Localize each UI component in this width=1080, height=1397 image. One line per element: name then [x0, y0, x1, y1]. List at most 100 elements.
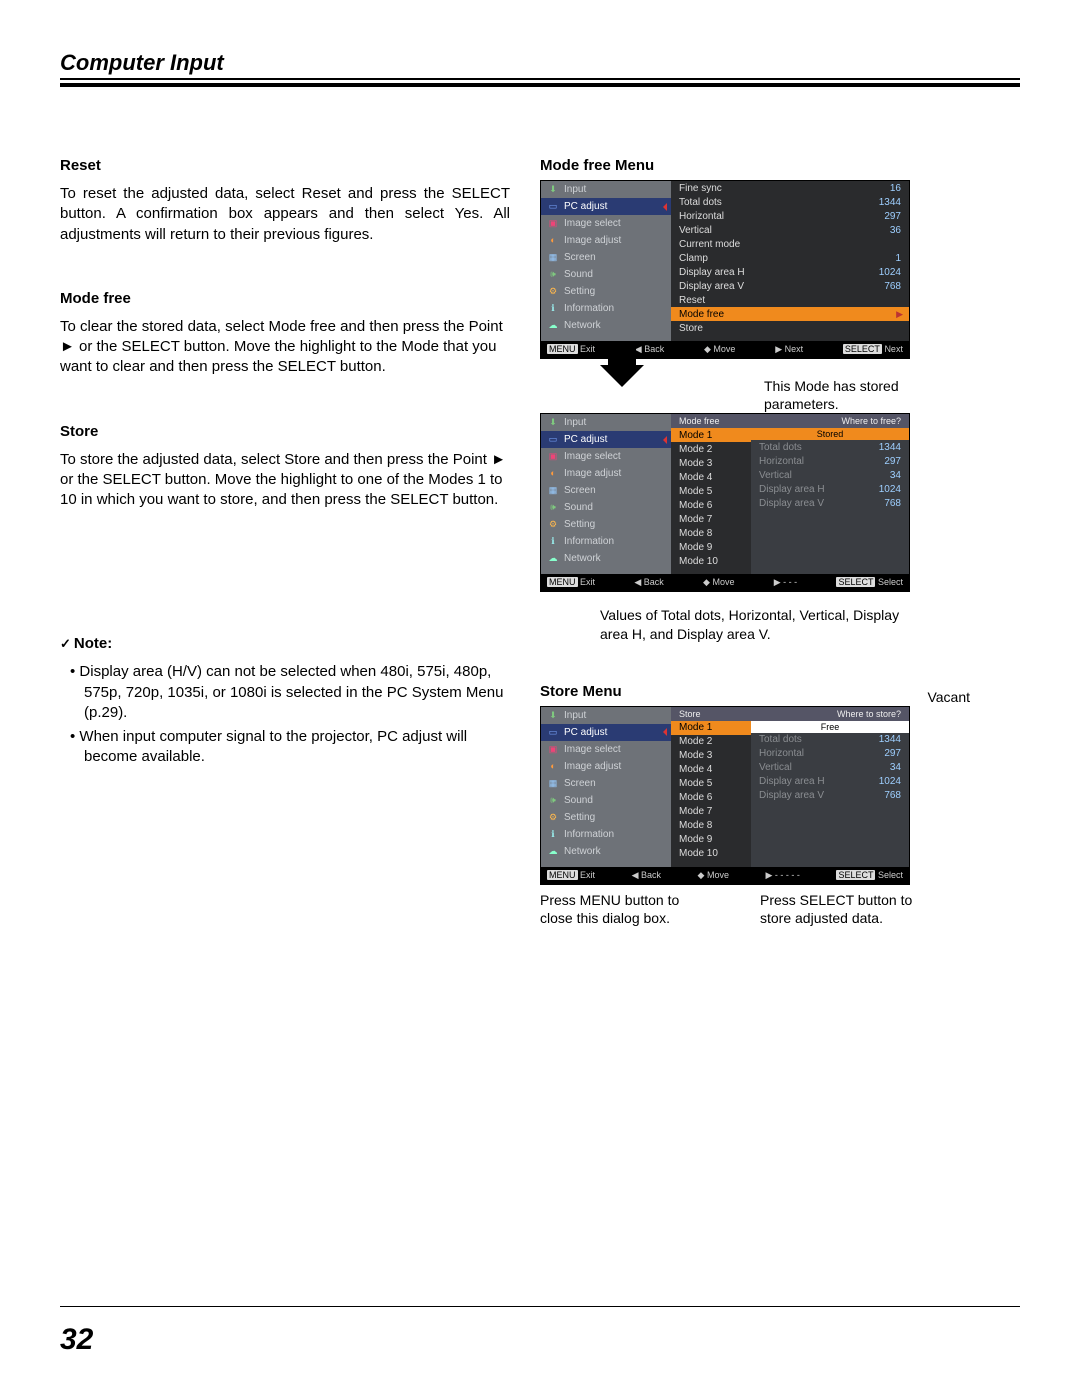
nav-item-information[interactable]: ℹInformation — [541, 826, 671, 843]
nav-item-setting[interactable]: ⚙Setting — [541, 283, 671, 300]
nav-item-sound[interactable]: 🕪Sound — [541, 792, 671, 809]
nav-item-image-adjust[interactable]: ◐Image adjust — [541, 232, 671, 249]
nav-icon: ◐ — [547, 469, 559, 478]
osd3-exit: Exit — [580, 870, 595, 880]
footer-rule — [60, 1306, 1020, 1307]
page-number: 32 — [60, 1323, 93, 1357]
osd2: ⬇Input▭PC adjust▣Image select◐Image adju… — [540, 413, 910, 592]
arrow-down-icon — [600, 365, 644, 409]
mode-row[interactable]: Mode 7 — [671, 512, 751, 526]
osd1-row[interactable]: Display area V768 — [671, 279, 909, 293]
nav-icon: 🕪 — [547, 796, 559, 805]
nav-icon: ▣ — [547, 745, 559, 754]
nav-icon: 🕪 — [547, 503, 559, 512]
osd1-row[interactable]: Horizontal297 — [671, 209, 909, 223]
mode-row[interactable]: Mode 9 — [671, 833, 751, 847]
nav-icon: 🕪 — [547, 270, 559, 279]
osd1-row-store[interactable]: Store — [671, 321, 909, 335]
nav-item-pc-adjust[interactable]: ▭PC adjust — [541, 724, 671, 741]
mode-row[interactable]: Mode 2 — [671, 735, 751, 749]
nav-icon: ⬇ — [547, 711, 559, 720]
mode-row[interactable]: Mode 3 — [671, 749, 751, 763]
nav-item-information[interactable]: ℹInformation — [541, 533, 671, 550]
page-header: Computer Input — [60, 50, 1020, 78]
mode-row[interactable]: Mode 6 — [671, 498, 751, 512]
osd1-back: Back — [644, 344, 664, 354]
nav-item-sound[interactable]: 🕪Sound — [541, 499, 671, 516]
osd1-row[interactable]: Total dots1344 — [671, 195, 909, 209]
nav-item-network[interactable]: ☁Network — [541, 550, 671, 567]
nav-icon: ▣ — [547, 219, 559, 228]
mode-row-selected[interactable]: Mode 1 — [671, 721, 751, 735]
callout-stored: This Mode has stored parameters. — [764, 377, 914, 413]
osd1-row[interactable]: Vertical36 — [671, 223, 909, 237]
nav-item-network[interactable]: ☁Network — [541, 843, 671, 860]
nav-item-network[interactable]: ☁Network — [541, 317, 671, 334]
mode-row[interactable]: Mode 2 — [671, 442, 751, 456]
nav-icon: ▦ — [547, 253, 559, 262]
nav-icon: ℹ — [547, 537, 559, 546]
nav-icon: ℹ — [547, 830, 559, 839]
osd2-sel: Select — [878, 577, 903, 587]
mode-row[interactable]: Mode 9 — [671, 540, 751, 554]
mode-row-selected[interactable]: Mode 1 — [671, 428, 751, 442]
mode-row[interactable]: Mode 10 — [671, 847, 751, 861]
mode-row[interactable]: Mode 6 — [671, 791, 751, 805]
osd3-sel: Select — [878, 870, 903, 880]
nav-item-pc-adjust[interactable]: ▭PC adjust — [541, 198, 671, 215]
osd3: ⬇Input▭PC adjust▣Image select◐Image adju… — [540, 706, 910, 885]
param-row: Total dots1344 — [751, 440, 909, 454]
osd1-row[interactable]: Reset — [671, 293, 909, 307]
param-row: Horizontal297 — [751, 747, 909, 761]
osd2-move: Move — [712, 577, 734, 587]
mode-row[interactable]: Mode 4 — [671, 763, 751, 777]
nav-item-input[interactable]: ⬇Input — [541, 707, 671, 724]
nav-item-image-select[interactable]: ▣Image select — [541, 741, 671, 758]
osd1-row-modefree[interactable]: Mode free — [671, 307, 909, 321]
mode-row[interactable]: Mode 4 — [671, 470, 751, 484]
nav-icon: ⬇ — [547, 418, 559, 427]
mode-row[interactable]: Mode 8 — [671, 526, 751, 540]
osd1-next2: Next — [884, 344, 903, 354]
note-bullet-2: When input computer signal to the projec… — [84, 727, 510, 768]
osd3-dash: - - - - - — [775, 870, 800, 880]
nav-item-sound[interactable]: 🕪Sound — [541, 266, 671, 283]
mode-row[interactable]: Mode 3 — [671, 456, 751, 470]
nav-item-image-adjust[interactable]: ◐Image adjust — [541, 758, 671, 775]
osd1-row[interactable]: Current mode — [671, 237, 909, 251]
osd1-row[interactable]: Clamp1 — [671, 251, 909, 265]
osd3-move: Move — [707, 870, 729, 880]
nav-item-image-select[interactable]: ▣Image select — [541, 448, 671, 465]
mode-row[interactable]: Mode 10 — [671, 554, 751, 568]
mode-row[interactable]: Mode 7 — [671, 805, 751, 819]
nav-icon: ▦ — [547, 486, 559, 495]
nav-item-setting[interactable]: ⚙Setting — [541, 516, 671, 533]
nav-icon: ▣ — [547, 452, 559, 461]
nav-item-screen[interactable]: ▦Screen — [541, 775, 671, 792]
reset-text: To reset the adjusted data, select Reset… — [60, 184, 510, 245]
nav-item-information[interactable]: ℹInformation — [541, 300, 671, 317]
nav-item-screen[interactable]: ▦Screen — [541, 482, 671, 499]
osd1-exit: Exit — [580, 344, 595, 354]
nav-item-image-select[interactable]: ▣Image select — [541, 215, 671, 232]
osd3-back: Back — [641, 870, 661, 880]
nav-item-input[interactable]: ⬇Input — [541, 414, 671, 431]
osd1: ⬇Input▭PC adjust▣Image select◐Image adju… — [540, 180, 910, 359]
nav-icon: ⚙ — [547, 287, 559, 296]
param-row: Vertical34 — [751, 761, 909, 775]
param-row: Display area H1024 — [751, 775, 909, 789]
osd1-row[interactable]: Fine sync16 — [671, 181, 909, 195]
nav-item-pc-adjust[interactable]: ▭PC adjust — [541, 431, 671, 448]
osd3-title: Store Menu — [540, 683, 622, 700]
nav-icon: ℹ — [547, 304, 559, 313]
nav-icon: ▭ — [547, 728, 559, 737]
nav-item-image-adjust[interactable]: ◐Image adjust — [541, 465, 671, 482]
osd1-row[interactable]: Display area H1024 — [671, 265, 909, 279]
nav-item-screen[interactable]: ▦Screen — [541, 249, 671, 266]
mode-row[interactable]: Mode 5 — [671, 777, 751, 791]
mode-row[interactable]: Mode 8 — [671, 819, 751, 833]
osd1-title: Mode free Menu — [540, 157, 1020, 174]
mode-row[interactable]: Mode 5 — [671, 484, 751, 498]
nav-item-setting[interactable]: ⚙Setting — [541, 809, 671, 826]
nav-item-input[interactable]: ⬇Input — [541, 181, 671, 198]
